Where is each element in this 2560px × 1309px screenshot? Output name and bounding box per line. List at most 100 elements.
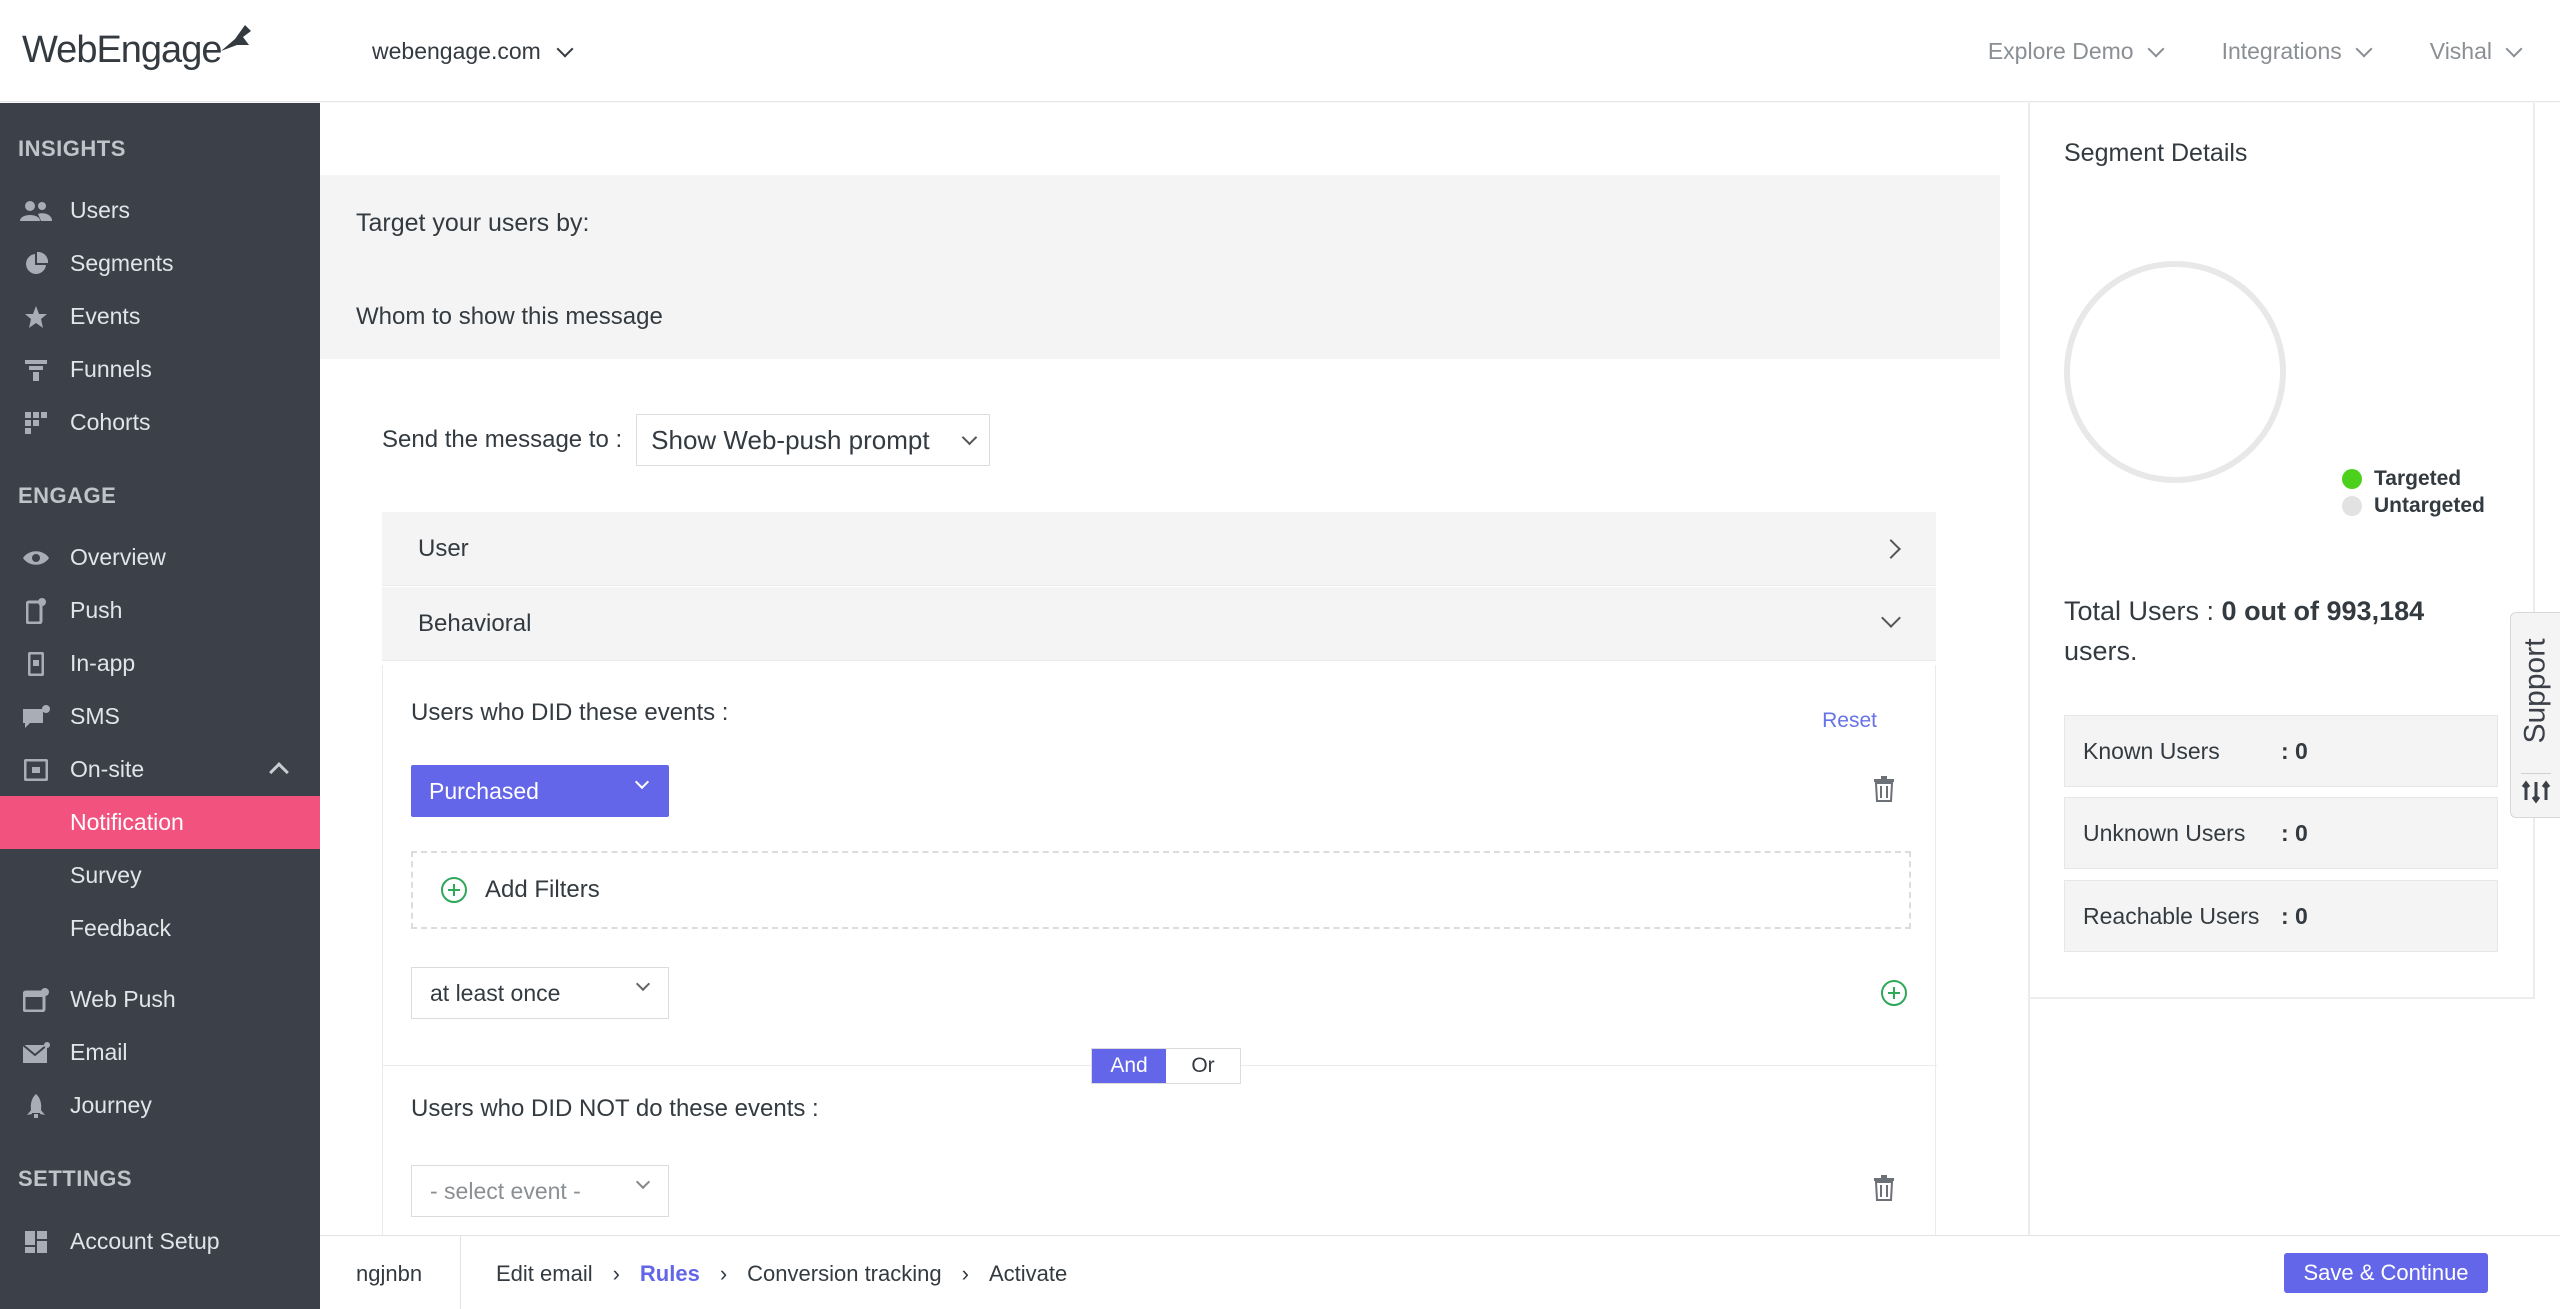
explore-demo-menu[interactable]: Explore Demo [1988,38,2165,65]
chevron-down-icon [556,40,574,57]
send-message-row: Send the message to : Show Web-push prom… [382,414,990,466]
sidebar-item-feedback[interactable]: Feedback [0,902,320,955]
frequency-select[interactable]: at least once [411,967,669,1019]
reachable-users-stat: Reachable Users: 0 [2064,880,2498,952]
add-filters-zone[interactable]: Add Filters [411,851,1911,929]
target-subtitle: Whom to show this message [356,303,663,330]
segment-legend: Targeted Untargeted [2342,465,2485,519]
sliders-icon [2521,773,2551,804]
sidebar-item-survey[interactable]: Survey [0,849,320,902]
sidebar-item-on-site[interactable]: On-site [0,743,320,796]
top-nav: Explore Demo Integrations Vishal [1988,38,2523,65]
step-activate[interactable]: Activate [989,1261,1067,1287]
untargeted-dot [2342,495,2362,516]
trash-icon[interactable] [1873,776,1895,807]
support-tab[interactable]: Support [2510,612,2560,818]
sidebar-item-funnels[interactable]: Funnels [0,343,320,396]
sidebar-item-sms[interactable]: SMS [0,690,320,743]
legend-untargeted: Untargeted [2342,492,2485,519]
chevron-down-icon [635,1174,651,1190]
user-menu[interactable]: Vishal [2430,38,2523,65]
total-users: Total Users : 0 out of 993,184 users. [2064,596,2425,666]
step-conversion-tracking[interactable]: Conversion tracking [747,1261,941,1287]
sidebar-item-events[interactable]: Events [0,290,320,343]
add-event-plus-icon[interactable] [1881,980,1907,1006]
breadcrumb-separator: › [961,1261,969,1286]
breadcrumb-separator: › [612,1261,620,1286]
legend-targeted: Targeted [2342,465,2485,492]
or-button[interactable]: Or [1166,1049,1240,1083]
sidebar-item-web-push[interactable]: Web Push [0,973,320,1026]
and-or-toggle: And Or [1091,1048,1241,1084]
chevron-up-icon [269,762,289,782]
sidebar-item-cohorts[interactable]: Cohorts [0,396,320,449]
reset-link[interactable]: Reset [1822,709,1877,733]
bird-icon [221,25,252,51]
breadcrumb: Edit email › Rules › Conversion tracking… [496,1261,1067,1287]
webengage-logo[interactable]: WebEngage [22,20,255,80]
chevron-down-icon [635,976,651,992]
sidebar-item-account-setup[interactable]: Account Setup [0,1215,320,1268]
mail-icon [18,1040,54,1066]
step-rules[interactable]: Rules [640,1261,700,1287]
window-icon [18,757,54,783]
known-users-stat: Known Users: 0 [2064,715,2498,787]
chevron-down-icon [961,429,977,445]
main-content: Target your users by: Whom to show this … [320,103,2028,1235]
sidebar-item-in-app[interactable]: In-app [0,637,320,690]
phone-icon [18,651,54,677]
sidebar-item-push[interactable]: Push [0,584,320,637]
sidebar-item-email[interactable]: Email [0,1026,320,1079]
behavioral-panel: Users who DID these events : Reset Purch… [382,665,1937,1235]
chat-icon [18,704,54,730]
chevron-right-icon [1881,539,1901,559]
segment-title: Segment Details [2064,139,2248,167]
accordion-user[interactable]: User [382,512,1936,586]
site-selector[interactable]: webengage.com [372,38,574,65]
browser-icon [18,987,54,1013]
send-label: Send the message to : [382,426,623,453]
step-edit-email[interactable]: Edit email [496,1261,593,1287]
did-events-label: Users who DID these events : [411,699,729,726]
sidebar-item-users[interactable]: Users [0,184,320,237]
rocket-icon [18,1093,54,1119]
campaign-name[interactable]: ngjnbn [356,1261,422,1287]
divider [460,1236,461,1309]
eye-icon [18,545,54,571]
dashboard-icon [18,1229,54,1255]
breadcrumb-separator: › [719,1261,728,1286]
section-settings: SETTINGS [18,1166,133,1191]
accordion-behavioral[interactable]: Behavioral [382,587,1936,661]
sidebar: INSIGHTS Users Segments Events Funnels C… [0,103,320,1309]
segment-details-box: Segment Details Targeted Untargeted Tota… [2030,103,2535,999]
trash-icon[interactable] [1873,1175,1895,1206]
target-header: Target your users by: Whom to show this … [320,175,2000,359]
chevron-down-icon [2505,40,2523,57]
chevron-down-icon [2147,40,2165,57]
event-select-purchased[interactable]: Purchased [411,765,669,817]
bottom-bar: ngjnbn Edit email › Rules › Conversion t… [320,1235,2560,1309]
segment-panel: Segment Details Targeted Untargeted Tota… [2028,103,2560,1235]
targeted-dot [2342,468,2362,489]
chevron-down-icon [2355,40,2373,57]
sidebar-item-segments[interactable]: Segments [0,237,320,290]
funnel-icon [18,357,54,383]
pie-icon [18,251,54,277]
sidebar-item-overview[interactable]: Overview [0,531,320,584]
sidebar-item-notification[interactable]: Notification [0,796,320,849]
select-event-dropdown[interactable]: - select event - [411,1165,669,1217]
send-to-select[interactable]: Show Web-push prompt [636,414,990,466]
support-label: Support [2519,638,2553,744]
save-continue-button[interactable]: Save & Continue [2284,1253,2488,1293]
sidebar-item-journey[interactable]: Journey [0,1079,320,1132]
and-button[interactable]: And [1092,1049,1166,1083]
chevron-down-icon [1881,608,1901,628]
star-icon [18,304,54,330]
plus-circle-icon [441,877,467,903]
did-not-events-label: Users who DID NOT do these events : [411,1095,819,1122]
chevron-down-icon [634,774,650,790]
top-bar: WebEngage webengage.com Explore Demo Int… [0,0,2560,102]
integrations-menu[interactable]: Integrations [2222,38,2373,65]
target-title: Target your users by: [356,209,590,237]
segment-donut-chart [2064,261,2286,483]
